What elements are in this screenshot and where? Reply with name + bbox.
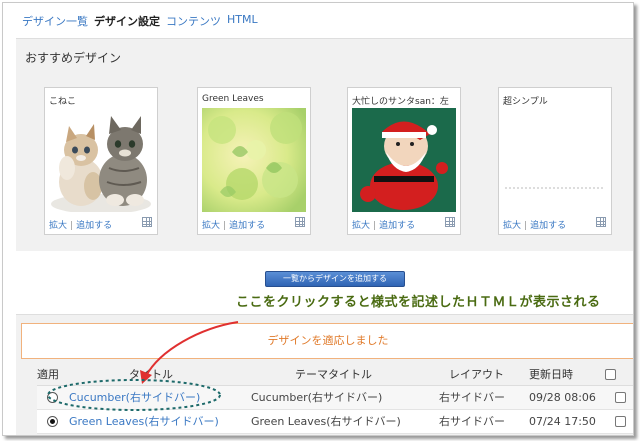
applied-notice: デザインを適応しました [21,323,633,359]
col-updated: 更新日時 [521,363,605,386]
select-all-checkbox[interactable] [605,368,616,380]
add-link[interactable]: 追加する [530,221,566,231]
grid-icon[interactable] [596,217,606,227]
zoom-link[interactable]: 拡大 [503,221,521,231]
select-cell [605,409,633,434]
col-title: タイトル [67,363,243,386]
green-leaves-thumbnail [202,108,306,212]
updated-cell: 09/28 08:06 [521,385,605,410]
col-theme: テーマタイトル [243,363,429,386]
apply-cell [37,409,67,434]
recommended-title: おすすめデザイン [25,51,122,65]
simple-thumbnail [503,108,607,212]
nav-design-settings[interactable]: デザイン設定 [94,13,160,31]
design-card-green-leaves[interactable]: Green Leaves 拡大 | 追加する [197,87,311,235]
nav-design-list[interactable]: デザイン一覧 [22,13,88,31]
theme-cell: Green Leaves(右サイドバー) [243,409,429,434]
design-card-simple[interactable]: 超シンプル 拡大 | 追加する [498,87,612,235]
applied-designs-table: 適用 タイトル テーマタイトル レイアウト 更新日時 Cucumber(右サイド… [37,363,633,434]
design-card-santa[interactable]: 大忙しのサンタsan：左 拡大 | 追加する [347,87,461,235]
design-card-name: 大忙しのサンタsan：左 [352,97,449,107]
add-link[interactable]: 追加する [379,221,415,231]
zoom-link[interactable]: 拡大 [202,221,220,231]
layout-cell: 右サイドバー [429,409,521,434]
grid-icon[interactable] [142,217,152,227]
title-cell: Green Leaves(右サイドバー) [67,409,243,434]
apply-radio[interactable] [47,392,58,403]
col-apply: 適用 [37,363,67,386]
select-cell [605,385,633,410]
design-card-name: Green Leaves [202,94,264,104]
annotation-callout: ここをクリックすると様式を記述したＨＴＭＬが表示される [236,295,601,310]
layout-cell: 右サイドバー [429,385,521,410]
design-title-link[interactable]: Green Leaves(右サイドバー) [69,415,219,428]
recommended-panel: おすすめデザイン こねこ 拡大 | 追加する Green Leaves 拡大 |… [16,38,633,251]
add-link[interactable]: 追加する [76,221,112,231]
zoom-link[interactable]: 拡大 [49,221,67,231]
nav-contents[interactable]: コンテンツ [166,13,221,31]
design-card-links: 拡大 | 追加する [352,221,416,231]
zoom-link[interactable]: 拡大 [352,221,370,231]
table-header-row: 適用 タイトル テーマタイトル レイアウト 更新日時 [37,363,633,386]
apply-radio-selected[interactable] [47,416,58,427]
col-layout: レイアウト [429,363,521,386]
add-design-from-list-button[interactable]: 一覧からデザインを追加する [265,271,405,287]
design-card-links: 拡大 | 追加する [202,221,266,231]
design-title-link[interactable]: Cucumber(右サイドバー) [69,391,200,404]
add-link[interactable]: 追加する [229,221,265,231]
theme-cell: Cucumber(右サイドバー) [243,385,429,410]
design-card-name: こねこ [49,97,77,107]
updated-cell: 07/24 17:50 [521,409,605,434]
title-cell: Cucumber(右サイドバー) [67,385,243,410]
table-row: Cucumber(右サイドバー) Cucumber(右サイドバー) 右サイドバー… [37,385,633,410]
row-checkbox[interactable] [614,392,626,403]
design-card-kittens[interactable]: こねこ 拡大 | 追加する [44,87,158,235]
design-card-links: 拡大 | 追加する [503,221,567,231]
design-card-name: 超シンプル [503,97,548,107]
top-nav: デザイン一覧 デザイン設定 コンテンツ HTML [22,13,264,31]
santa-thumbnail [352,108,456,212]
design-card-links: 拡大 | 追加する [49,221,113,231]
kittens-thumbnail [49,108,153,212]
screenshot-frame: デザイン一覧 デザイン設定 コンテンツ HTML おすすめデザイン こねこ 拡大… [2,2,634,436]
nav-html[interactable]: HTML [227,13,258,31]
row-checkbox[interactable] [614,416,626,427]
col-select [605,363,633,386]
apply-cell [37,385,67,410]
grid-icon[interactable] [295,217,305,227]
table-row: Green Leaves(右サイドバー) Green Leaves(右サイドバー… [37,409,633,434]
grid-icon[interactable] [445,217,455,227]
